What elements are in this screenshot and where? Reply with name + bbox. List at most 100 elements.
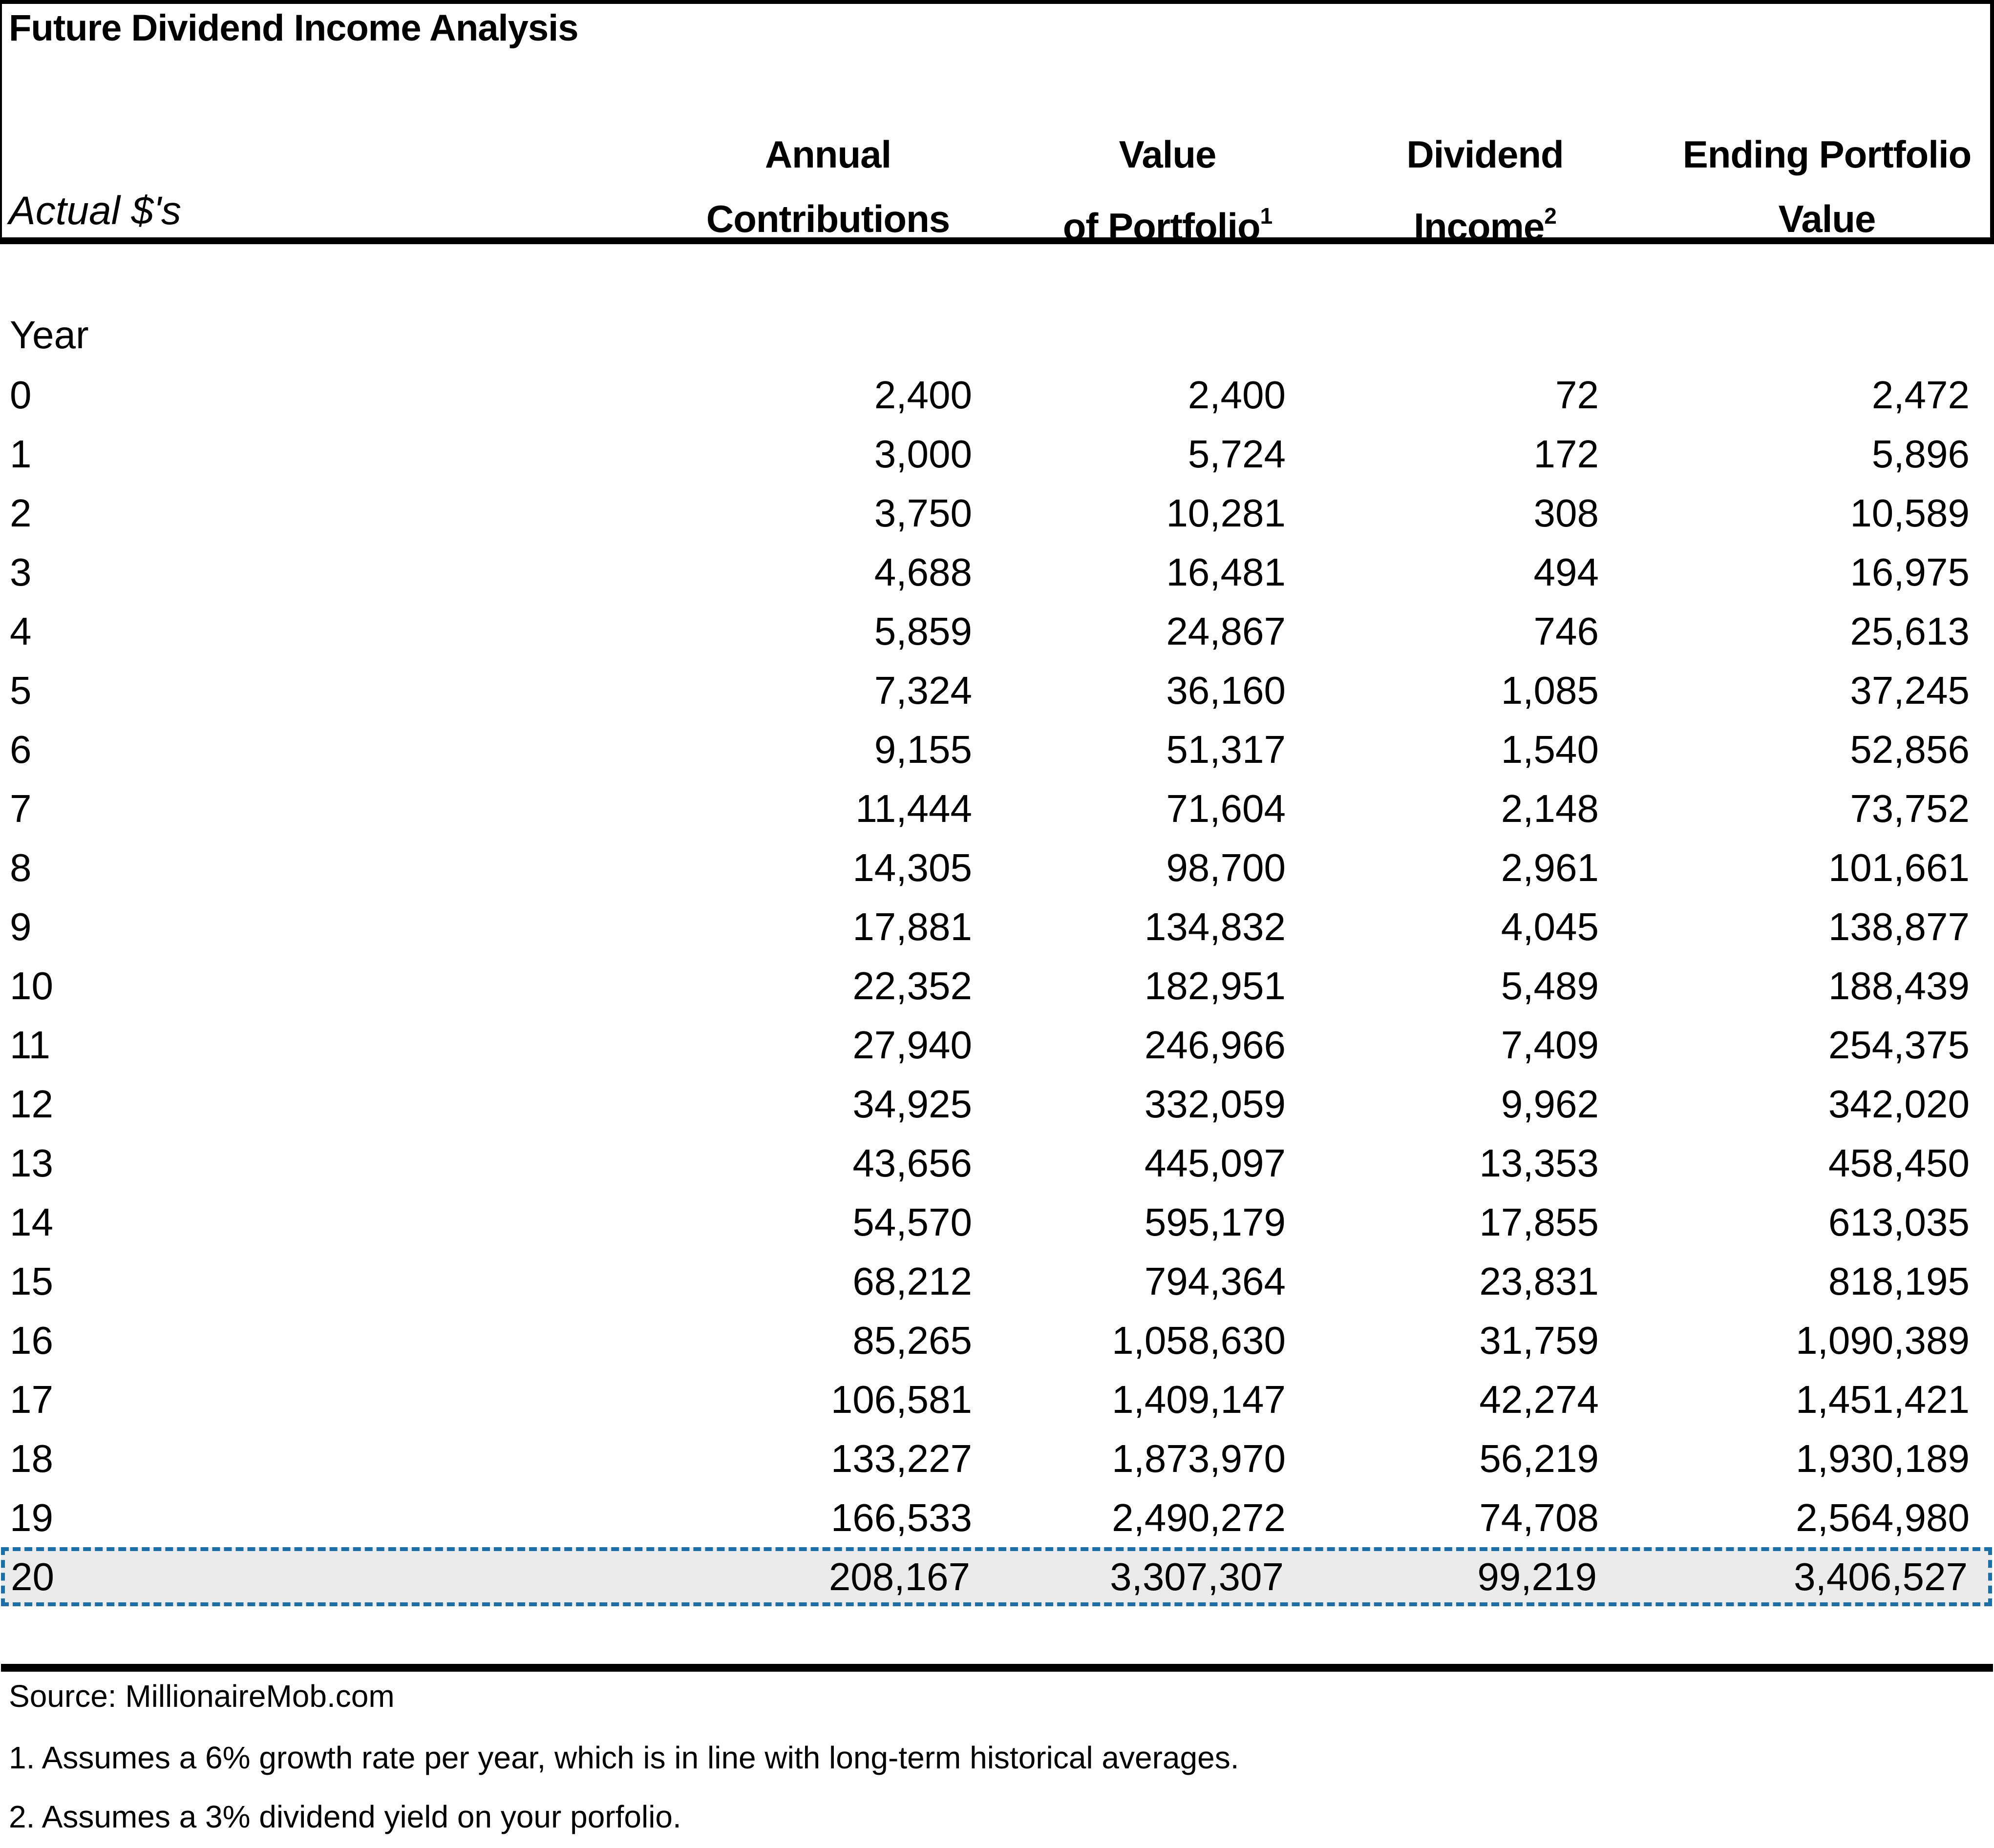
annual-contribution-cell[interactable]: 22,352 [852,956,972,1015]
column-header-value-of-portfolio[interactable]: Value of Portfolio1 [1016,122,1319,259]
ending-value-cell[interactable]: 138,877 [1828,897,1970,956]
year-cell[interactable]: 8 [10,838,32,897]
annual-contribution-cell[interactable]: 14,305 [852,838,972,897]
ending-value-cell[interactable]: 73,752 [1850,779,1970,838]
portfolio-value-cell[interactable]: 5,724 [1188,424,1286,483]
year-cell[interactable]: 11 [10,1015,50,1074]
year-cell[interactable]: 20 [11,1547,54,1606]
table-row[interactable]: 2 3,750 10,281 308 10,589 [0,483,1994,543]
portfolio-value-cell[interactable]: 246,966 [1145,1015,1286,1074]
table-row[interactable]: 7 11,444 71,604 2,148 73,752 [0,779,1994,838]
year-cell[interactable]: 18 [10,1429,53,1488]
annual-contribution-cell[interactable]: 17,881 [852,897,972,956]
annual-contribution-cell[interactable]: 166,533 [831,1488,972,1547]
table-row[interactable]: 13 43,656 445,097 13,353 458,450 [0,1134,1994,1193]
portfolio-value-cell[interactable]: 1,409,147 [1112,1370,1286,1429]
year-cell[interactable]: 5 [10,661,32,720]
portfolio-value-cell[interactable]: 134,832 [1145,897,1286,956]
ending-value-cell[interactable]: 1,090,389 [1796,1311,1970,1370]
annual-contribution-cell[interactable]: 27,940 [852,1015,972,1074]
year-cell[interactable]: 10 [10,956,53,1015]
annual-contribution-cell[interactable]: 11,444 [855,779,972,838]
dividend-income-cell[interactable]: 31,759 [1479,1311,1599,1370]
ending-value-cell[interactable]: 101,661 [1828,838,1970,897]
table-row[interactable]: 17 106,581 1,409,147 42,274 1,451,421 [0,1370,1994,1429]
column-header-annual-contributions[interactable]: Annual Contributions [679,122,977,251]
table-row[interactable]: 14 54,570 595,179 17,855 613,035 [0,1193,1994,1252]
dividend-income-cell[interactable]: 2,961 [1501,838,1599,897]
table-row[interactable]: 1 3,000 5,724 172 5,896 [0,424,1994,483]
annual-contribution-cell[interactable]: 54,570 [852,1193,972,1252]
year-cell[interactable]: 16 [10,1311,53,1370]
dividend-income-cell[interactable]: 17,855 [1479,1193,1599,1252]
table-row[interactable]: 6 9,155 51,317 1,540 52,856 [0,720,1994,779]
dividend-income-cell[interactable]: 1,085 [1501,661,1599,720]
ending-value-cell[interactable]: 188,439 [1828,956,1970,1015]
annual-contribution-cell[interactable]: 68,212 [852,1252,972,1311]
year-cell[interactable]: 1 [10,424,32,483]
year-cell[interactable]: 3 [10,543,32,602]
year-cell[interactable]: 17 [10,1370,53,1429]
annual-contribution-cell[interactable]: 133,227 [831,1429,972,1488]
portfolio-value-cell[interactable]: 1,873,970 [1112,1429,1286,1488]
portfolio-value-cell[interactable]: 16,481 [1166,543,1286,602]
dividend-income-cell[interactable]: 4,045 [1501,897,1599,956]
annual-contribution-cell[interactable]: 4,688 [874,543,972,602]
table-row[interactable]: 8 14,305 98,700 2,961 101,661 [0,838,1994,897]
dividend-income-cell[interactable]: 172 [1534,424,1599,483]
dividend-income-cell[interactable]: 42,274 [1479,1370,1599,1429]
column-header-dividend-income[interactable]: Dividend Income2 [1329,122,1641,259]
year-cell[interactable]: 4 [10,602,32,661]
ending-value-cell[interactable]: 254,375 [1828,1015,1970,1074]
portfolio-value-cell[interactable]: 332,059 [1145,1074,1286,1134]
annual-contribution-cell[interactable]: 5,859 [874,602,972,661]
year-cell[interactable]: 0 [10,365,32,424]
table-row[interactable]: 5 7,324 36,160 1,085 37,245 [0,661,1994,720]
annual-contribution-cell[interactable]: 208,167 [829,1547,970,1606]
year-cell[interactable]: 12 [10,1074,53,1134]
annual-contribution-cell[interactable]: 9,155 [874,720,972,779]
portfolio-value-cell[interactable]: 71,604 [1166,779,1286,838]
year-cell[interactable]: 7 [10,779,32,838]
portfolio-value-cell[interactable]: 445,097 [1145,1134,1286,1193]
annual-contribution-cell[interactable]: 43,656 [852,1134,972,1193]
dividend-income-cell[interactable]: 13,353 [1479,1134,1599,1193]
table-row[interactable]: 19 166,533 2,490,272 74,708 2,564,980 [0,1488,1994,1547]
annual-contribution-cell[interactable]: 7,324 [874,661,972,720]
annual-contribution-cell[interactable]: 3,000 [874,424,972,483]
portfolio-value-cell[interactable]: 10,281 [1166,483,1286,543]
year-cell[interactable]: 15 [10,1252,53,1311]
dividend-income-cell[interactable]: 99,219 [1477,1547,1597,1606]
table-row[interactable]: 15 68,212 794,364 23,831 818,195 [0,1252,1994,1311]
portfolio-value-cell[interactable]: 51,317 [1166,720,1286,779]
year-cell[interactable]: 19 [10,1488,53,1547]
column-header-ending-portfolio-value[interactable]: Ending Portfolio Value [1661,122,1993,251]
portfolio-value-cell[interactable]: 1,058,630 [1112,1311,1286,1370]
dividend-income-cell[interactable]: 72 [1555,365,1599,424]
year-cell[interactable]: 14 [10,1193,53,1252]
ending-value-cell[interactable]: 458,450 [1828,1134,1970,1193]
ending-value-cell[interactable]: 5,896 [1872,424,1970,483]
portfolio-value-cell[interactable]: 36,160 [1166,661,1286,720]
portfolio-value-cell[interactable]: 3,307,307 [1110,1547,1284,1606]
dividend-income-cell[interactable]: 5,489 [1501,956,1599,1015]
portfolio-value-cell[interactable]: 2,490,272 [1112,1488,1286,1547]
ending-value-cell[interactable]: 1,930,189 [1796,1429,1970,1488]
portfolio-value-cell[interactable]: 24,867 [1166,602,1286,661]
table-row-selected[interactable]: 20 208,167 3,307,307 99,219 3,406,527 [1,1547,1992,1606]
dividend-income-cell[interactable]: 494 [1534,543,1599,602]
year-cell[interactable]: 2 [10,483,32,543]
dividend-income-cell[interactable]: 23,831 [1479,1252,1599,1311]
annual-contribution-cell[interactable]: 2,400 [874,365,972,424]
year-cell[interactable]: 6 [10,720,32,779]
dividend-income-cell[interactable]: 746 [1534,602,1599,661]
ending-value-cell[interactable]: 818,195 [1828,1252,1970,1311]
ending-value-cell[interactable]: 10,589 [1850,483,1970,543]
annual-contribution-cell[interactable]: 3,750 [874,483,972,543]
table-row[interactable]: 11 27,940 246,966 7,409 254,375 [0,1015,1994,1074]
dividend-income-cell[interactable]: 308 [1534,483,1599,543]
portfolio-value-cell[interactable]: 595,179 [1145,1193,1286,1252]
ending-value-cell[interactable]: 37,245 [1850,661,1970,720]
table-row[interactable]: 16 85,265 1,058,630 31,759 1,090,389 [0,1311,1994,1370]
ending-value-cell[interactable]: 3,406,527 [1794,1547,1968,1606]
